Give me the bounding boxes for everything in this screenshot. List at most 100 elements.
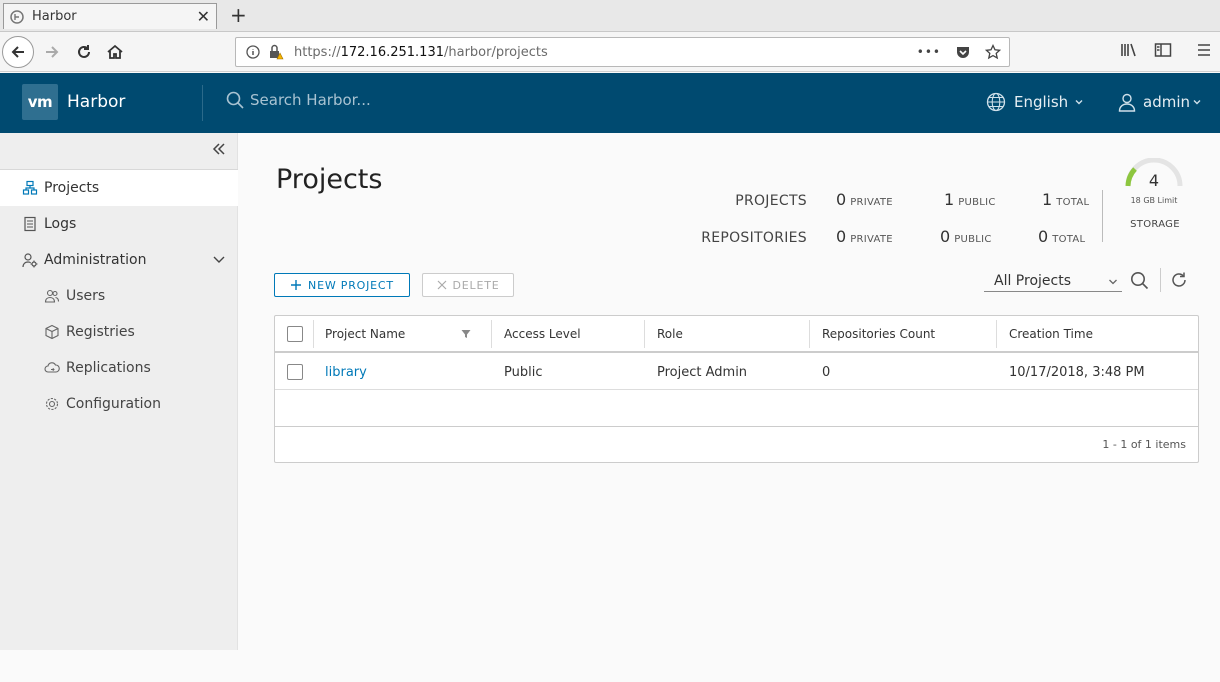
- column-header-repositories-count[interactable]: Repositories Count: [810, 316, 997, 352]
- repositories-count-cell: 0: [822, 364, 831, 380]
- global-search[interactable]: Search Harbor...: [226, 91, 371, 109]
- select-all-checkbox[interactable]: [287, 326, 303, 342]
- plus-icon: [290, 279, 302, 291]
- projects-table: Project Name Access Level Role Repositor…: [274, 315, 1199, 463]
- new-tab-button[interactable]: +: [230, 4, 247, 26]
- sidebar-item-label: Replications: [66, 360, 151, 376]
- replications-icon: [44, 360, 60, 376]
- close-icon: [437, 280, 447, 290]
- project-filter-value: All Projects: [994, 272, 1071, 289]
- sidebar-item-users[interactable]: Users: [0, 278, 238, 314]
- browser-nav-bar: https://172.16.251.131/harbor/projects •…: [0, 32, 1220, 72]
- bookmark-star-icon[interactable]: [985, 44, 1001, 60]
- sidebar-item-registries[interactable]: Registries: [0, 314, 238, 350]
- user-menu[interactable]: admin: [1117, 92, 1202, 112]
- reload-button[interactable]: [68, 36, 100, 68]
- user-icon: [1117, 92, 1137, 112]
- filter-icon[interactable]: [461, 329, 471, 339]
- menu-hamburger-icon[interactable]: [1196, 42, 1212, 58]
- creation-time-cell: 10/17/2018, 3:48 PM: [1009, 364, 1145, 380]
- insecure-lock-icon[interactable]: [268, 44, 284, 60]
- page-actions-icon[interactable]: •••: [917, 45, 941, 59]
- search-input[interactable]: Search Harbor...: [250, 91, 371, 109]
- delete-button[interactable]: DELETE: [422, 273, 514, 297]
- storage-label: STORAGE: [1130, 219, 1180, 230]
- collapse-sidebar-icon[interactable]: [211, 141, 227, 161]
- back-button[interactable]: [2, 36, 34, 68]
- pocket-icon[interactable]: [955, 44, 971, 60]
- stats-divider: [1102, 190, 1103, 242]
- projects-private-stat: 0 PRIVATE: [836, 190, 893, 209]
- page-title: Projects: [276, 164, 383, 195]
- chevron-down-icon[interactable]: [212, 254, 226, 270]
- vmware-logo[interactable]: vm: [22, 84, 58, 120]
- browser-tab-bar: Harbor ✕ +: [0, 0, 1220, 32]
- table-footer: 1 - 1 of 1 items: [275, 426, 1198, 462]
- sidebar-item-administration[interactable]: Administration: [0, 242, 238, 278]
- search-icon: [226, 91, 244, 109]
- logs-icon: [22, 216, 38, 232]
- projects-public-stat: 1 PUBLIC: [944, 190, 996, 209]
- repositories-total-stat: 0 TOTAL: [1038, 227, 1086, 246]
- browser-tab[interactable]: Harbor ✕: [3, 3, 217, 29]
- pagination-summary: 1 - 1 of 1 items: [1102, 438, 1186, 451]
- sidebar-item-label: Configuration: [66, 396, 161, 412]
- role-cell: Project Admin: [657, 364, 748, 380]
- app-name[interactable]: Harbor: [67, 92, 125, 112]
- repositories-stat-label: REPOSITORIES: [701, 230, 807, 246]
- administration-icon: [22, 252, 38, 268]
- storage-limit: 18 GB Limit: [1130, 196, 1178, 205]
- new-project-button[interactable]: NEW PROJECT: [274, 273, 410, 297]
- row-checkbox[interactable]: [287, 364, 303, 380]
- column-header-role[interactable]: Role: [645, 316, 810, 352]
- sidebar-item-configuration[interactable]: Configuration: [0, 386, 238, 422]
- delete-label: DELETE: [452, 278, 500, 292]
- projects-stats-row: PROJECTS 0 PRIVATE 1 PUBLIC 1 TOTAL: [700, 190, 1100, 214]
- project-filter-select[interactable]: All Projects: [984, 270, 1122, 292]
- address-bar[interactable]: https://172.16.251.131/harbor/projects •…: [235, 37, 1010, 67]
- chevron-down-icon: [1074, 97, 1084, 107]
- projects-icon: [22, 180, 38, 196]
- new-project-label: NEW PROJECT: [308, 278, 394, 292]
- chevron-down-icon: [1192, 97, 1202, 107]
- home-button[interactable]: [99, 36, 131, 68]
- column-header-access-level[interactable]: Access Level: [492, 316, 645, 352]
- projects-total-stat: 1 TOTAL: [1042, 190, 1090, 209]
- language-selector[interactable]: English: [986, 92, 1084, 112]
- harbor-favicon-icon: [10, 9, 24, 24]
- refresh-icon[interactable]: [1170, 271, 1188, 293]
- sidebar-item-logs[interactable]: Logs: [0, 206, 238, 242]
- projects-stat-label: PROJECTS: [735, 193, 807, 209]
- storage-value: 4: [1148, 171, 1160, 190]
- forward-button[interactable]: [36, 36, 68, 68]
- library-icon[interactable]: [1120, 42, 1138, 58]
- repositories-private-stat: 0 PRIVATE: [836, 227, 893, 246]
- configuration-icon: [44, 396, 60, 412]
- registries-icon: [44, 324, 60, 340]
- url-scheme: https://: [294, 44, 341, 60]
- repositories-stats-row: REPOSITORIES 0 PRIVATE 0 PUBLIC 0 TOTAL: [700, 227, 1100, 251]
- table-row[interactable]: library Public Project Admin 0 10/17/201…: [275, 354, 1198, 390]
- access-level-cell: Public: [504, 364, 543, 380]
- search-icon[interactable]: [1130, 271, 1149, 294]
- sidebar-nav: Projects Logs Administration Users Regis…: [0, 133, 238, 650]
- sidebar-item-replications[interactable]: Replications: [0, 350, 238, 386]
- info-icon[interactable]: [246, 45, 260, 59]
- sidebar-toggle-icon[interactable]: [1154, 42, 1172, 58]
- sidebar-item-label: Logs: [44, 216, 77, 232]
- arrow-right-icon: [46, 46, 59, 58]
- app-header: vm Harbor Search Harbor... English admin: [0, 73, 1220, 133]
- url-host: 172.16.251.131: [340, 44, 444, 60]
- sidebar-item-label: Registries: [66, 324, 135, 340]
- globe-icon: [986, 92, 1006, 112]
- sidebar-item-label: Projects: [44, 180, 100, 196]
- reload-icon: [78, 45, 90, 58]
- home-icon: [107, 44, 123, 59]
- column-header-creation-time[interactable]: Creation Time: [997, 316, 1197, 352]
- close-tab-icon[interactable]: ✕: [197, 7, 210, 26]
- header-divider: [202, 85, 203, 121]
- sidebar-item-label: Users: [66, 288, 106, 304]
- project-name-link[interactable]: library: [313, 354, 367, 390]
- language-label: English: [1014, 93, 1069, 111]
- sidebar-item-projects[interactable]: Projects: [0, 170, 238, 206]
